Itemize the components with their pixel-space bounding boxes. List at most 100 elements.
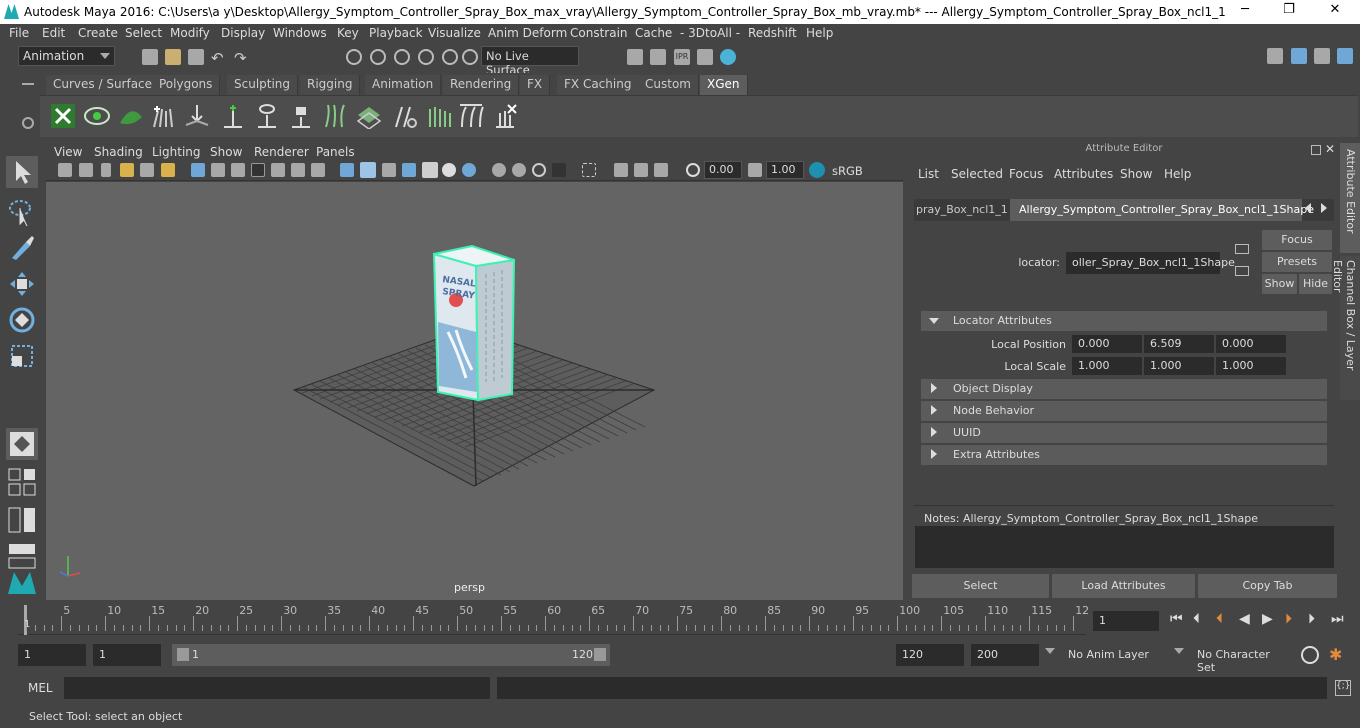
wireframe-on-shaded-icon[interactable] xyxy=(382,163,396,177)
snap-grid-icon[interactable] xyxy=(346,49,362,65)
tab-transform-node[interactable]: pray_Box_ncl1_1 xyxy=(916,203,1008,216)
menu-display[interactable]: Display xyxy=(221,26,265,40)
xgen-add-guide-icon[interactable] xyxy=(220,103,246,129)
step-forward-key-icon[interactable]: ⏵ xyxy=(1308,611,1315,627)
gate-mask-icon[interactable] xyxy=(251,163,265,177)
ipr-render-icon[interactable]: IPR xyxy=(674,49,690,65)
textured-icon[interactable] xyxy=(402,163,416,177)
select-tool-icon[interactable] xyxy=(6,156,38,188)
live-surface-field[interactable]: No Live Surface xyxy=(481,46,579,77)
minimize-button[interactable]: ─ xyxy=(1230,2,1260,22)
tab-fx[interactable]: FX xyxy=(520,75,551,95)
use-all-lights-icon[interactable] xyxy=(422,162,438,178)
go-to-start-icon[interactable]: ⏮ xyxy=(1170,611,1183,627)
rotate-tool-icon[interactable] xyxy=(6,304,38,336)
load-attributes-button[interactable]: Load Attributes xyxy=(1052,574,1195,598)
character-set-dropdown[interactable]: No Character Set xyxy=(1191,644,1293,674)
local-position-y-field[interactable]: 6.509 xyxy=(1144,335,1214,353)
vp-menu-show[interactable]: Show xyxy=(210,145,242,159)
section-extra-attributes[interactable]: Extra Attributes xyxy=(921,445,1327,465)
2d-pan-icon[interactable] xyxy=(140,163,154,177)
close-panel-icon[interactable]: ✕ xyxy=(1325,142,1335,156)
select-camera-icon[interactable] xyxy=(582,163,596,177)
menu-help[interactable]: Help xyxy=(806,26,833,40)
maya-home-icon[interactable] xyxy=(6,566,38,598)
local-scale-y-field[interactable]: 1.000 xyxy=(1144,357,1214,375)
safe-title-icon[interactable] xyxy=(311,163,325,177)
current-frame-field[interactable]: 1 xyxy=(1093,611,1159,631)
xgen-leaf-icon[interactable] xyxy=(118,103,144,129)
hide-button[interactable]: Hide xyxy=(1299,274,1332,294)
field-chart-icon[interactable] xyxy=(271,163,285,177)
menu-cache[interactable]: Cache xyxy=(635,26,672,40)
go-to-end-icon[interactable]: ⏭ xyxy=(1331,611,1344,627)
image-plane-icon[interactable] xyxy=(120,163,134,177)
shelf-menu-icon[interactable] xyxy=(22,83,34,85)
tab-xgen[interactable]: XGen xyxy=(700,75,748,95)
gamma-field[interactable]: 1.00 xyxy=(766,161,804,179)
xgen-bend-guides-icon[interactable] xyxy=(392,103,418,129)
menu-visualize[interactable]: Visualize xyxy=(428,26,481,40)
safe-action-icon[interactable] xyxy=(291,163,305,177)
motion-blur-icon[interactable] xyxy=(634,163,648,177)
gamma-icon[interactable] xyxy=(748,163,762,177)
copy-tab-button[interactable]: Copy Tab xyxy=(1198,574,1337,598)
maximize-button[interactable]: ❐ xyxy=(1274,2,1304,22)
tab-polygons[interactable]: Polygons xyxy=(152,75,221,95)
local-position-x-field[interactable]: 0.000 xyxy=(1072,335,1142,353)
anim-layer-dropdown[interactable]: No Anim Layer xyxy=(1062,644,1164,666)
tab-scroll-right-icon[interactable] xyxy=(1321,203,1327,213)
menu-set-dropdown[interactable]: Animation xyxy=(18,46,115,66)
exposure-field[interactable]: 0.00 xyxy=(704,161,742,179)
menu-playback[interactable]: Playback xyxy=(369,26,423,40)
playback-start-field[interactable]: 1 xyxy=(93,644,161,666)
xgen-groom-icon[interactable] xyxy=(150,103,176,129)
xgen-place-icon[interactable] xyxy=(184,103,210,129)
mel-label[interactable]: MEL xyxy=(28,681,53,695)
color-management-icon[interactable] xyxy=(809,162,825,178)
local-scale-x-field[interactable]: 1.000 xyxy=(1072,357,1142,375)
render-frame-icon[interactable] xyxy=(650,49,666,65)
xgen-guide-visibility-icon[interactable] xyxy=(254,103,280,129)
menu-anim-deform[interactable]: Anim Deform xyxy=(488,26,567,40)
play-forwards-icon[interactable]: ▶ xyxy=(1262,611,1273,627)
step-back-frame-icon[interactable]: ⏴ xyxy=(1216,611,1223,627)
exposure-icon[interactable] xyxy=(686,163,700,177)
xgen-sculpt-guides-icon[interactable] xyxy=(322,103,348,129)
antialias-icon[interactable] xyxy=(654,163,668,177)
snap-point-icon[interactable] xyxy=(394,49,410,65)
xgen-comb-icon[interactable] xyxy=(426,103,452,129)
vp-menu-shading[interactable]: Shading xyxy=(94,145,143,159)
resolution-gate-icon[interactable] xyxy=(231,163,245,177)
tab-scroll-left-icon[interactable] xyxy=(1305,203,1311,213)
undo-icon[interactable]: ↶ xyxy=(211,49,227,67)
hud-icon[interactable] xyxy=(614,163,628,177)
save-scene-icon[interactable] xyxy=(188,49,204,65)
animation-end-field[interactable]: 200 xyxy=(971,644,1039,666)
outliner-layout-icon[interactable] xyxy=(6,504,38,536)
local-scale-z-field[interactable]: 1.000 xyxy=(1216,357,1286,375)
command-input[interactable] xyxy=(64,677,490,699)
focus-button[interactable]: Focus xyxy=(1262,230,1332,250)
grease-pencil-icon[interactable] xyxy=(161,163,175,177)
move-tool-icon[interactable] xyxy=(6,268,38,300)
range-end-handle[interactable] xyxy=(594,648,606,661)
step-forward-frame-icon[interactable]: ⏵ xyxy=(1285,611,1292,627)
shadows-icon[interactable] xyxy=(442,163,456,177)
play-backwards-icon[interactable]: ◀ xyxy=(1239,611,1250,627)
scale-tool-icon[interactable] xyxy=(6,340,38,372)
ae-menu-list[interactable]: List xyxy=(918,167,939,181)
single-perspective-layout-icon[interactable] xyxy=(6,428,38,460)
select-button[interactable]: Select xyxy=(912,574,1049,598)
script-editor-icon[interactable]: {;} xyxy=(1335,680,1351,696)
tab-custom[interactable]: Custom xyxy=(638,75,699,95)
tab-sculpting[interactable]: Sculpting xyxy=(227,75,299,95)
auto-key-icon[interactable] xyxy=(1301,646,1319,664)
close-button[interactable]: ✕ xyxy=(1320,2,1350,22)
snap-view-icon[interactable] xyxy=(418,49,434,65)
anim-layer-menu-icon[interactable] xyxy=(1045,648,1055,654)
menu-create[interactable]: Create xyxy=(78,26,118,40)
isolate-select-icon[interactable] xyxy=(492,163,506,177)
side-tab-attribute-editor[interactable]: Attribute Editor xyxy=(1340,143,1360,253)
channel-box-toggle-icon[interactable] xyxy=(1337,48,1353,64)
